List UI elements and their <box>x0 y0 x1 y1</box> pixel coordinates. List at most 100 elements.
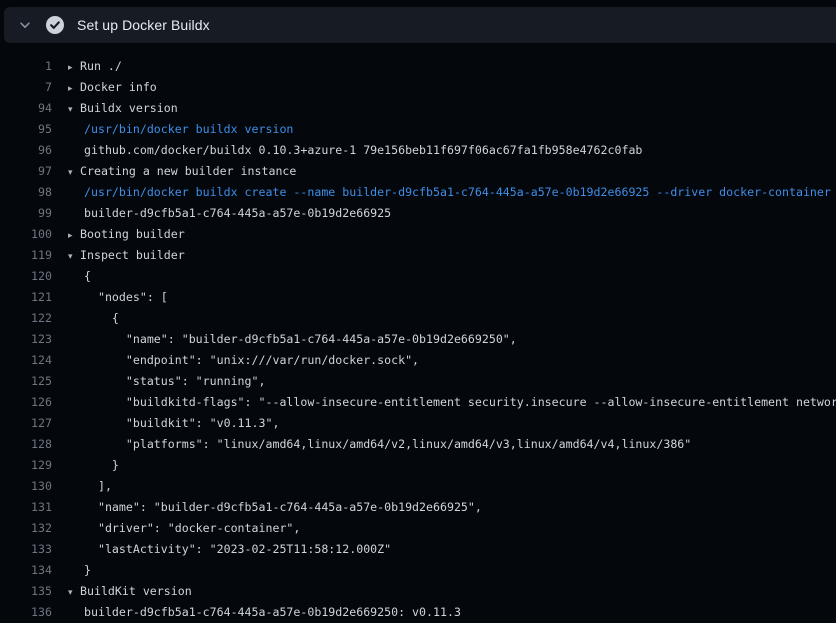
log-output-text: "name": "builder-d9cfb5a1-c764-445a-a57e… <box>84 500 482 514</box>
step-title: Set up Docker Buildx <box>77 17 210 33</box>
line-number[interactable]: 7 <box>0 77 52 98</box>
log-output-text: "lastActivity": "2023-02-25T11:58:12.000… <box>84 542 391 556</box>
log-group-header[interactable]: ▾Creating a new builder instance <box>52 161 836 182</box>
line-number[interactable]: 122 <box>0 308 52 329</box>
line-number[interactable]: 128 <box>0 434 52 455</box>
log-line: 120 { <box>0 266 836 287</box>
line-number[interactable]: 124 <box>0 350 52 371</box>
log-output-text: "name": "builder-d9cfb5a1-c764-445a-a57e… <box>84 332 517 346</box>
log-output-text: "nodes": [ <box>84 290 168 304</box>
group-title[interactable]: Run ./ <box>80 59 122 73</box>
log-group-header[interactable]: ▾Inspect builder <box>52 245 836 266</box>
log-output-text: { <box>84 269 91 283</box>
group-expanded-icon[interactable]: ▾ <box>68 100 80 120</box>
log-group-header[interactable]: ▾Buildx version <box>52 98 836 119</box>
group-expanded-icon[interactable]: ▾ <box>68 247 80 267</box>
log-line: 99 builder-d9cfb5a1-c764-445a-a57e-0b19d… <box>0 203 836 224</box>
log-group-header[interactable]: ▸Run ./ <box>52 56 836 77</box>
log-line: 128 "platforms": "linux/amd64,linux/amd6… <box>0 434 836 455</box>
log-line: 121 "nodes": [ <box>0 287 836 308</box>
line-number[interactable]: 130 <box>0 476 52 497</box>
log-line: 96 github.com/docker/buildx 0.10.3+azure… <box>0 140 836 161</box>
log-line: 7 ▸Docker info <box>0 77 836 98</box>
log-command-text: /usr/bin/docker buildx create --name bui… <box>84 185 831 199</box>
group-title[interactable]: Creating a new builder instance <box>80 164 296 178</box>
group-expanded-icon[interactable]: ▾ <box>68 163 80 183</box>
log-output-text: } <box>84 563 91 577</box>
log-output-text: ], <box>84 479 112 493</box>
line-number[interactable]: 131 <box>0 497 52 518</box>
log-line: 134 } <box>0 560 836 581</box>
line-number[interactable]: 1 <box>0 56 52 77</box>
log-line: 133 "lastActivity": "2023-02-25T11:58:12… <box>0 539 836 560</box>
line-number[interactable]: 96 <box>0 140 52 161</box>
log-viewer: 1 ▸Run ./ 7 ▸Docker info 94 ▾Buildx vers… <box>0 56 836 623</box>
log-output-text: "buildkit": "v0.11.3", <box>84 416 279 430</box>
group-title[interactable]: Inspect builder <box>80 248 185 262</box>
log-output-text: "status": "running", <box>84 374 265 388</box>
line-number[interactable]: 133 <box>0 539 52 560</box>
log-line: 1 ▸Run ./ <box>0 56 836 77</box>
group-collapsed-icon[interactable]: ▸ <box>68 226 80 246</box>
log-line: 100 ▸Booting builder <box>0 224 836 245</box>
line-number[interactable]: 94 <box>0 98 52 119</box>
log-group-header[interactable]: ▸Docker info <box>52 77 836 98</box>
log-line: 98 /usr/bin/docker buildx create --name … <box>0 182 836 203</box>
log-output-text: builder-d9cfb5a1-c764-445a-a57e-0b19d2e6… <box>84 605 461 619</box>
log-line: 132 "driver": "docker-container", <box>0 518 836 539</box>
group-collapsed-icon[interactable]: ▸ <box>68 58 80 78</box>
group-title[interactable]: Booting builder <box>80 227 185 241</box>
group-title[interactable]: Docker info <box>80 80 157 94</box>
line-number[interactable]: 98 <box>0 182 52 203</box>
log-line: 131 "name": "builder-d9cfb5a1-c764-445a-… <box>0 497 836 518</box>
line-number[interactable]: 135 <box>0 581 52 602</box>
group-expanded-icon[interactable]: ▾ <box>68 583 80 603</box>
group-title[interactable]: Buildx version <box>80 101 178 115</box>
log-output-text: } <box>84 458 119 472</box>
log-line: 123 "name": "builder-d9cfb5a1-c764-445a-… <box>0 329 836 350</box>
log-line: 130 ], <box>0 476 836 497</box>
log-output-text: "driver": "docker-container", <box>84 521 300 535</box>
line-number[interactable]: 136 <box>0 602 52 623</box>
line-number[interactable]: 95 <box>0 119 52 140</box>
log-line: 125 "status": "running", <box>0 371 836 392</box>
log-line: 135 ▾BuildKit version <box>0 581 836 602</box>
line-number[interactable]: 126 <box>0 392 52 413</box>
log-line: 126 "buildkitd-flags": "--allow-insecure… <box>0 392 836 413</box>
group-title[interactable]: BuildKit version <box>80 584 192 598</box>
line-number[interactable]: 120 <box>0 266 52 287</box>
log-output-text: "buildkitd-flags": "--allow-insecure-ent… <box>84 395 836 409</box>
log-output-text: github.com/docker/buildx 0.10.3+azure-1 … <box>84 143 642 157</box>
line-number[interactable]: 100 <box>0 224 52 245</box>
log-line: 94 ▾Buildx version <box>0 98 836 119</box>
log-group-header[interactable]: ▾BuildKit version <box>52 581 836 602</box>
line-number[interactable]: 125 <box>0 371 52 392</box>
line-number[interactable]: 132 <box>0 518 52 539</box>
line-number[interactable]: 121 <box>0 287 52 308</box>
line-number[interactable]: 129 <box>0 455 52 476</box>
line-number[interactable]: 99 <box>0 203 52 224</box>
line-number[interactable]: 134 <box>0 560 52 581</box>
log-output-text: builder-d9cfb5a1-c764-445a-a57e-0b19d2e6… <box>84 206 391 220</box>
group-collapsed-icon[interactable]: ▸ <box>68 79 80 99</box>
step-header[interactable]: Set up Docker Buildx <box>4 7 836 43</box>
log-command-text: /usr/bin/docker buildx version <box>84 122 293 136</box>
log-line: 124 "endpoint": "unix:///var/run/docker.… <box>0 350 836 371</box>
log-line: 95 /usr/bin/docker buildx version <box>0 119 836 140</box>
log-group-header[interactable]: ▸Booting builder <box>52 224 836 245</box>
line-number[interactable]: 119 <box>0 245 52 266</box>
log-line: 122 { <box>0 308 836 329</box>
log-line: 129 } <box>0 455 836 476</box>
log-line: 119 ▾Inspect builder <box>0 245 836 266</box>
line-number[interactable]: 97 <box>0 161 52 182</box>
log-line: 136 builder-d9cfb5a1-c764-445a-a57e-0b19… <box>0 602 836 623</box>
log-output-text: "platforms": "linux/amd64,linux/amd64/v2… <box>84 437 691 451</box>
line-number[interactable]: 127 <box>0 413 52 434</box>
line-number[interactable]: 123 <box>0 329 52 350</box>
log-output-text: { <box>84 311 119 325</box>
log-line: 97 ▾Creating a new builder instance <box>0 161 836 182</box>
log-output-text: "endpoint": "unix:///var/run/docker.sock… <box>84 353 419 367</box>
log-line: 127 "buildkit": "v0.11.3", <box>0 413 836 434</box>
chevron-down-icon[interactable] <box>17 17 33 33</box>
check-circle-icon <box>46 16 64 34</box>
